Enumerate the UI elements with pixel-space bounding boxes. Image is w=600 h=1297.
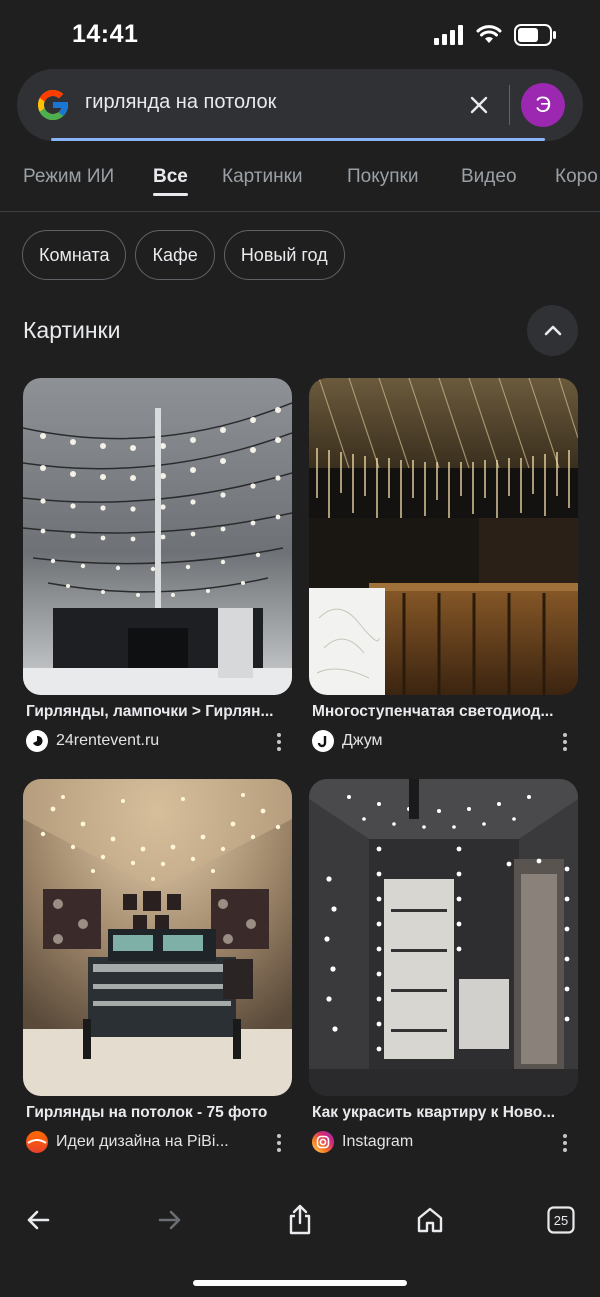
result-source-name: Идеи дизайна на PiBi... <box>56 1133 229 1150</box>
result-image[interactable] <box>309 378 578 695</box>
result-title[interactable]: Как украсить квартиру к Ново... <box>312 1104 574 1122</box>
home-icon <box>417 1207 443 1233</box>
result-source-name: 24rentevent.ru <box>56 732 160 749</box>
image-result-card[interactable]: Многоступенчатая светодиод... Джум <box>309 378 578 752</box>
clear-search-icon[interactable] <box>465 91 493 119</box>
refinement-chips: Комната Кафе Новый год <box>22 230 345 280</box>
joom-icon <box>312 730 334 752</box>
search-divider <box>509 85 510 125</box>
result-source-name: Джум <box>342 732 383 749</box>
tab-ai-mode[interactable]: Режим ИИ <box>23 166 114 188</box>
search-tabs: Режим ИИ Все Картинки Покупки Видео Коро <box>0 160 600 212</box>
result-source[interactable]: Идеи дизайна на PiBi... <box>26 1131 229 1153</box>
tab-all[interactable]: Все <box>153 166 188 188</box>
chevron-up-icon <box>544 325 561 335</box>
image-result-card[interactable]: Гирлянды на потолок - 75 фото Идеи дизай… <box>23 779 292 1153</box>
result-title[interactable]: Многоступенчатая светодиод... <box>312 703 574 721</box>
search-bar[interactable]: гирлянда на потолок Э <box>17 69 583 141</box>
home-indicator <box>193 1280 407 1286</box>
tab-images[interactable]: Картинки <box>222 166 303 188</box>
tab-videos[interactable]: Видео <box>461 166 517 188</box>
battery-icon <box>514 24 556 46</box>
status-bar: 14:41 <box>0 0 600 70</box>
search-input[interactable]: гирлянда на потолок <box>85 91 445 114</box>
status-icons <box>434 24 558 46</box>
chip-cafe[interactable]: Кафе <box>135 230 215 280</box>
more-options-icon[interactable] <box>274 1132 284 1154</box>
back-arrow-icon <box>27 1210 50 1230</box>
tabs-button[interactable]: 25 <box>541 1190 581 1250</box>
image-result-card[interactable]: Гирлянды, лампочки > Гирлян... 24renteve… <box>23 378 292 752</box>
forward-button[interactable] <box>150 1190 190 1250</box>
back-button[interactable] <box>18 1190 58 1250</box>
share-icon <box>289 1204 311 1235</box>
tab-count: 25 <box>554 1213 568 1228</box>
more-options-icon[interactable] <box>560 731 570 753</box>
more-options-icon[interactable] <box>274 731 284 753</box>
result-title[interactable]: Гирлянды на потолок - 75 фото <box>26 1104 288 1122</box>
forward-arrow-icon <box>158 1210 181 1230</box>
result-source[interactable]: Instagram <box>312 1131 413 1153</box>
more-options-icon[interactable] <box>560 1132 570 1154</box>
result-image[interactable] <box>309 779 578 1096</box>
wifi-icon <box>476 25 502 43</box>
pibi-icon <box>26 1131 48 1153</box>
signal-icon <box>434 25 463 45</box>
24rentevent-icon <box>26 730 48 752</box>
status-time: 14:41 <box>72 20 139 48</box>
home-button[interactable] <box>410 1190 450 1250</box>
result-image[interactable] <box>23 378 292 695</box>
result-source-name: Instagram <box>342 1133 414 1150</box>
account-avatar[interactable]: Э <box>521 83 565 127</box>
result-image[interactable] <box>23 779 292 1096</box>
images-section-title: Картинки <box>23 317 121 343</box>
bottom-navigation: 25 <box>0 1190 600 1250</box>
chip-new-year[interactable]: Новый год <box>223 230 345 280</box>
tab-short-videos[interactable]: Коро <box>555 166 598 188</box>
search-focus-underline <box>51 138 545 141</box>
instagram-icon <box>312 1131 334 1153</box>
chip-room[interactable]: Комната <box>22 230 127 280</box>
image-result-card[interactable]: Как украсить квартиру к Ново... Instagra… <box>309 779 578 1153</box>
google-logo-icon <box>38 90 68 120</box>
share-button[interactable] <box>280 1190 320 1250</box>
tabs-icon: 25 <box>547 1206 575 1234</box>
result-source[interactable]: Джум <box>312 730 383 752</box>
result-title[interactable]: Гирлянды, лампочки > Гирлян... <box>26 703 288 721</box>
tab-shopping[interactable]: Покупки <box>347 166 418 188</box>
collapse-section-button[interactable] <box>527 305 578 356</box>
active-tab-indicator <box>153 193 188 196</box>
result-source[interactable]: 24rentevent.ru <box>26 730 159 752</box>
